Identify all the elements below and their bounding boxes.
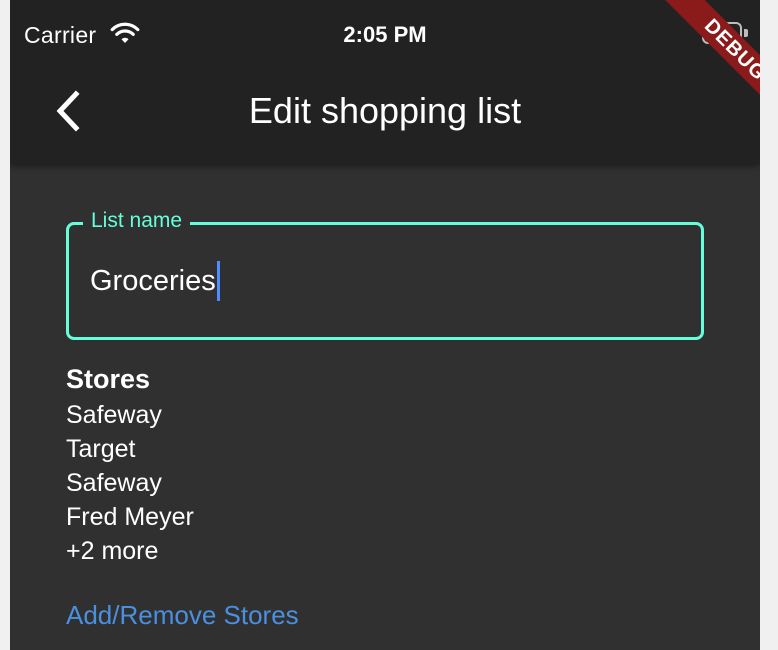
page-title: Edit shopping list: [248, 90, 522, 131]
edit-form: List name Groceries Stores Safeway Targe…: [10, 164, 760, 650]
list-name-input[interactable]: Groceries: [90, 261, 220, 301]
list-name-value: Groceries: [90, 264, 216, 297]
store-list: Safeway Target Safeway Fred Meyer +2 mor…: [66, 398, 194, 568]
add-remove-stores-button[interactable]: Add/Remove Stores: [66, 600, 299, 631]
store-item: Safeway: [66, 401, 162, 429]
app-bar: Edit shopping list: [10, 64, 760, 164]
status-bar: Carrier 2:05 PM: [10, 0, 760, 64]
store-item: Safeway: [66, 469, 162, 497]
text-caret: [216, 261, 220, 301]
status-time: 2:05 PM: [343, 22, 427, 47]
top-bar: Carrier 2:05 PM Edit shopping list DEBUG: [10, 0, 760, 164]
list-name-label: List name: [83, 209, 191, 233]
app-screen: Carrier 2:05 PM Edit shopping list DEBUG…: [10, 0, 760, 650]
store-item: Target: [66, 435, 136, 463]
battery-icon: [702, 22, 748, 44]
list-name-field[interactable]: List name Groceries: [66, 209, 704, 340]
stores-heading: Stores: [66, 364, 151, 394]
more-stores-label: +2 more: [66, 537, 159, 565]
store-item: Fred Meyer: [66, 503, 194, 531]
